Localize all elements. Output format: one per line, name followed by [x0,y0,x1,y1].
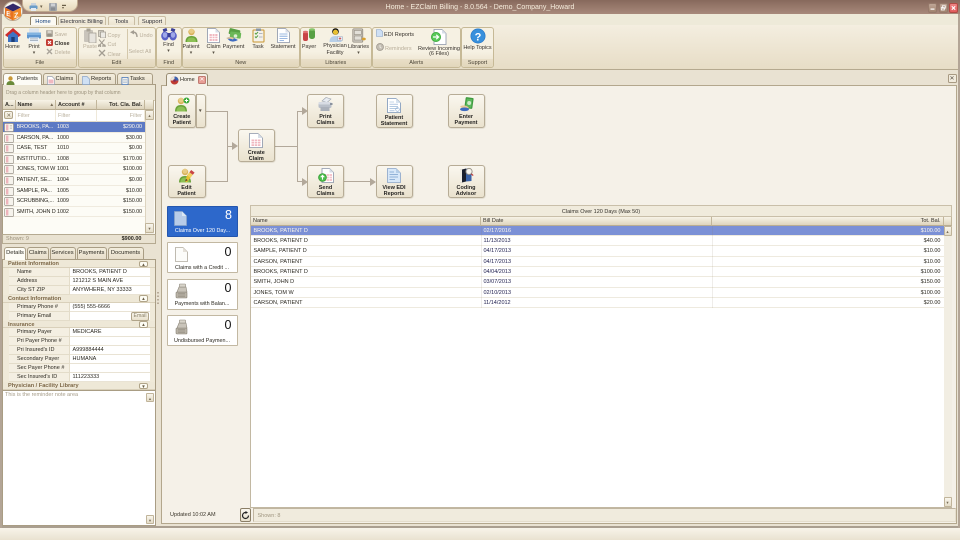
svg-text:E: E [6,11,11,19]
svg-text:Z: Z [14,12,19,20]
svg-text:?: ? [474,32,481,44]
